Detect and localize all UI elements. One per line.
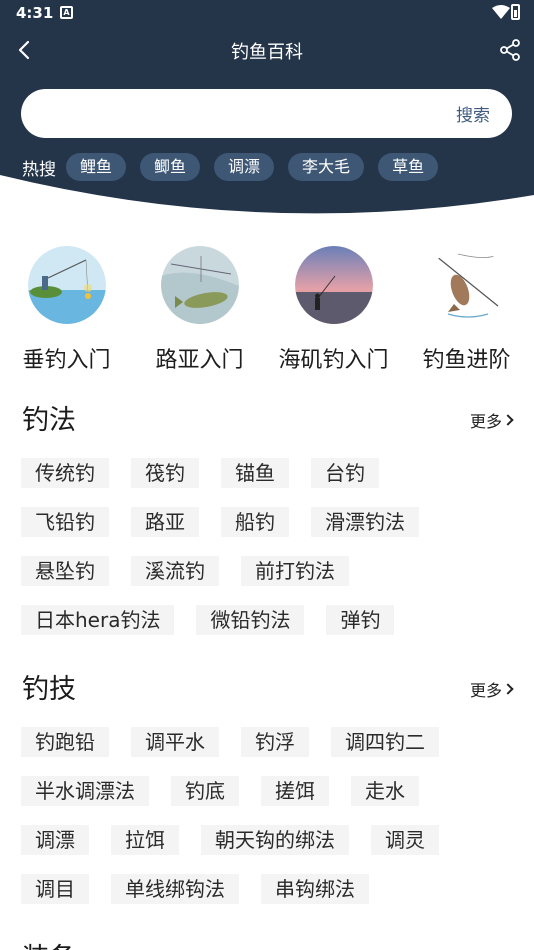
section-fishing-methods: 钓法 更多 传统钓 筏钓 锚鱼 台钓 飞铅钓 路亚 船钓 滑漂钓法 悬坠钓 溪流… [0, 398, 534, 638]
category-fishing-basics[interactable]: 垂钓入门 [0, 244, 133, 374]
status-bar: 4:31 A [0, 0, 534, 28]
skill-tag[interactable]: 调漂 [21, 825, 89, 855]
search-box: 搜索 [21, 89, 512, 138]
fish-on-hook-image [427, 246, 506, 324]
page-title: 钓鱼百科 [231, 42, 303, 63]
share-icon[interactable] [498, 38, 522, 62]
fishing-scene-image [27, 246, 106, 324]
more-link[interactable]: 更多 [470, 946, 512, 950]
method-tag[interactable]: 微铅钓法 [196, 605, 305, 635]
skill-tag[interactable]: 搓饵 [261, 776, 329, 806]
more-label: 更多 [469, 681, 502, 700]
battery-icon [511, 4, 520, 20]
hot-search-row: 热搜 鲤鱼 鲫鱼 调漂 李大毛 草鱼 [22, 152, 452, 182]
hot-search-tag[interactable]: 调漂 [214, 153, 275, 181]
category-label: 海矶钓入门 [278, 348, 389, 373]
lure-fish-image [160, 246, 239, 324]
method-tag[interactable]: 锚鱼 [221, 458, 289, 488]
section-title: 钓技 [22, 674, 76, 705]
category-label: 钓鱼进阶 [422, 348, 511, 373]
more-label: 更多 [470, 946, 502, 950]
category-list: 垂钓入门 路亚入门 海矶钓入门 钓鱼进阶 [0, 244, 534, 373]
category-label: 垂钓入门 [22, 348, 111, 373]
skill-tag[interactable]: 调灵 [371, 825, 439, 855]
chevron-right-icon [502, 683, 514, 695]
skill-tag[interactable]: 走水 [351, 776, 419, 806]
method-tag[interactable]: 悬坠钓 [21, 556, 109, 586]
wifi-icon [492, 5, 510, 19]
header: 4:31 A 钓鱼百科 搜索 热搜 鲤鱼 鲫鱼 调漂 李大毛 草鱼 [0, 0, 534, 218]
search-button[interactable]: 搜索 [456, 101, 490, 126]
method-tag[interactable]: 日本hera钓法 [21, 605, 175, 635]
hot-search-tag[interactable]: 鲫鱼 [140, 153, 201, 181]
section-title: 装备 [22, 936, 76, 950]
tag-row: 钓跑铅 调平水 钓浮 调四钓二 [21, 727, 461, 757]
skill-tag[interactable]: 调平水 [131, 727, 219, 757]
section-title: 钓法 [22, 405, 76, 436]
skill-tag[interactable]: 朝天钩的绑法 [201, 825, 349, 855]
skill-tag[interactable]: 串钩绑法 [261, 874, 369, 904]
method-tag[interactable]: 飞铅钓 [21, 507, 109, 537]
hot-search-tag[interactable]: 李大毛 [288, 153, 365, 181]
skill-tag[interactable]: 钓底 [171, 776, 239, 806]
chevron-right-icon [502, 414, 514, 426]
tag-row: 传统钓 筏钓 锚鱼 台钓 [21, 458, 401, 488]
method-tag[interactable]: 台钓 [311, 458, 379, 488]
category-advanced[interactable]: 钓鱼进阶 [400, 244, 533, 374]
category-sea-rock-basics[interactable]: 海矶钓入门 [267, 244, 400, 374]
section-equipment: 装备 更多 [0, 936, 534, 950]
category-lure-basics[interactable]: 路亚入门 [133, 244, 266, 374]
search-input[interactable] [41, 101, 441, 126]
tag-row: 调目 单线绑钩法 串钩绑法 [21, 874, 391, 904]
skill-tag[interactable]: 钓浮 [241, 727, 309, 757]
method-tag[interactable]: 筏钓 [131, 458, 199, 488]
hot-search-tag[interactable]: 草鱼 [378, 153, 439, 181]
skill-tag[interactable]: 单线绑钩法 [111, 874, 239, 904]
tag-row: 飞铅钓 路亚 船钓 滑漂钓法 [21, 507, 441, 537]
more-link[interactable]: 更多 [469, 677, 514, 701]
skill-tag[interactable]: 调目 [21, 874, 89, 904]
nav-bar: 钓鱼百科 [0, 30, 534, 70]
more-link[interactable]: 更多 [469, 408, 514, 432]
method-tag[interactable]: 滑漂钓法 [311, 507, 419, 537]
method-tag[interactable]: 传统钓 [21, 458, 109, 488]
hot-search-tag[interactable]: 鲤鱼 [66, 153, 127, 181]
tag-row: 半水调漂法 钓底 搓饵 走水 [21, 776, 441, 806]
method-tag[interactable]: 弹钓 [326, 605, 395, 635]
notification-icon: A [60, 6, 73, 19]
status-time: 4:31 [16, 4, 54, 22]
method-tag[interactable]: 路亚 [131, 507, 199, 537]
skill-tag[interactable]: 钓跑铅 [21, 727, 109, 757]
category-label: 路亚入门 [155, 348, 244, 373]
more-label: 更多 [469, 412, 502, 431]
skill-tag[interactable]: 半水调漂法 [21, 776, 149, 806]
tag-row: 悬坠钓 溪流钓 前打钓法 [21, 556, 371, 586]
skill-tag[interactable]: 拉饵 [111, 825, 179, 855]
section-fishing-skills: 钓技 更多 钓跑铅 调平水 钓浮 调四钓二 半水调漂法 钓底 搓饵 走水 调漂 … [0, 667, 534, 907]
sunset-sea-image [294, 246, 373, 324]
hot-search-label: 热搜 [22, 159, 56, 180]
method-tag[interactable]: 溪流钓 [131, 556, 219, 586]
method-tag[interactable]: 前打钓法 [241, 556, 349, 586]
method-tag[interactable]: 船钓 [221, 507, 289, 537]
tag-row: 调漂 拉饵 朝天钩的绑法 调灵 [21, 825, 461, 855]
tag-row: 日本hera钓法 微铅钓法 弹钓 [21, 605, 416, 635]
skill-tag[interactable]: 调四钓二 [331, 727, 439, 757]
